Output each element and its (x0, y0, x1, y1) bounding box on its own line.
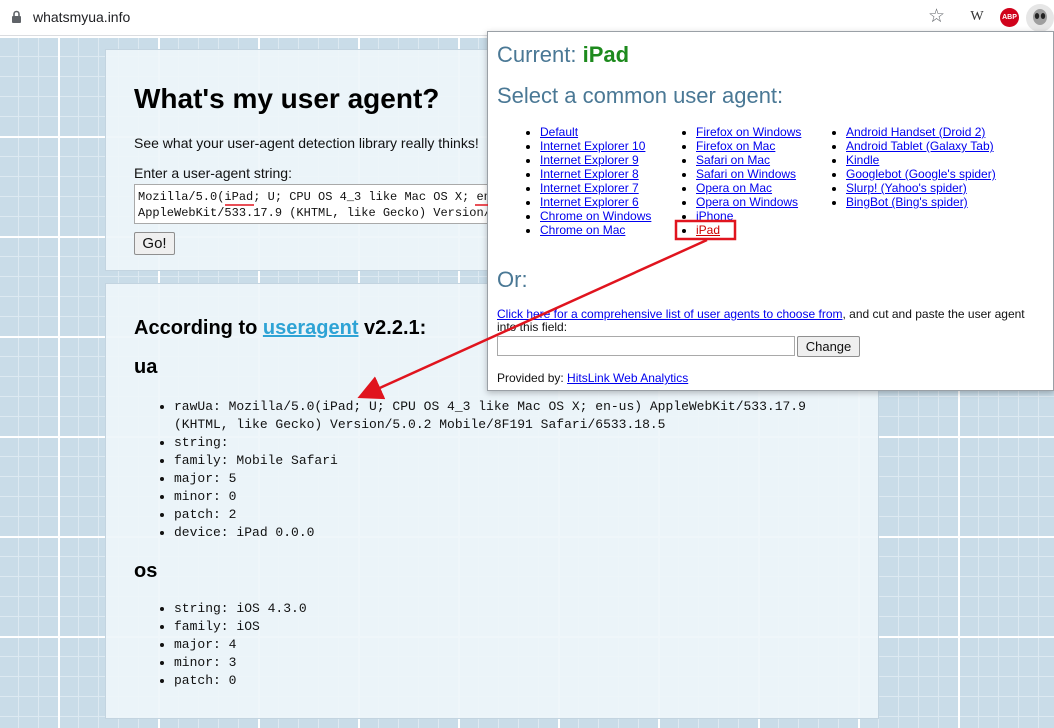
custom-ua-instruction: Click here for a comprehensive list of u… (497, 308, 1042, 334)
ua-option-iphone[interactable]: iPhone (696, 209, 733, 223)
lock-icon[interactable] (11, 10, 22, 24)
ua-input-panel: What's my user agent? See what your user… (105, 49, 526, 271)
page-title: What's my user agent? (134, 83, 440, 114)
ua-option-ie7[interactable]: Internet Explorer 7 (540, 181, 639, 195)
list-item: Chrome on Windows (540, 209, 651, 223)
ua-option-chrome-windows[interactable]: Chrome on Windows (540, 209, 651, 223)
results-heading-version: v2.2.1: (358, 317, 427, 339)
list-item: Safari on Mac (696, 153, 801, 167)
list-item: rawUa: Mozilla/5.0(iPad; U; CPU OS 4_3 l… (174, 398, 836, 434)
list-item: device: iPad 0.0.0 (174, 524, 836, 542)
list-item: Firefox on Mac (696, 139, 801, 153)
ua-option-slurp[interactable]: Slurp! (Yahoo's spider) (846, 181, 967, 195)
list-item: Internet Explorer 10 (540, 139, 651, 153)
ua-column-1: Default Internet Explorer 10 Internet Ex… (540, 125, 651, 237)
ua-option-android-tablet[interactable]: Android Tablet (Galaxy Tab) (846, 139, 994, 153)
ua-list-link[interactable]: Click here for a comprehensive list of u… (497, 307, 843, 321)
hitslink-link[interactable]: HitsLink Web Analytics (567, 371, 688, 385)
ua-option-ipad[interactable]: iPad (696, 223, 720, 237)
list-item: Android Handset (Droid 2) (846, 125, 996, 139)
list-item: Chrome on Mac (540, 223, 651, 237)
list-item: family: iOS (174, 618, 836, 636)
ua-option-opera-windows[interactable]: Opera on Windows (696, 195, 798, 209)
list-item: Kindle (846, 153, 996, 167)
bookmark-star-icon[interactable]: ☆ (928, 6, 945, 28)
ua-option-default[interactable]: Default (540, 125, 578, 139)
ua-option-firefox-windows[interactable]: Firefox on Windows (696, 125, 801, 139)
list-item: family: Mobile Safari (174, 452, 836, 470)
list-item: iPhone (696, 209, 801, 223)
ua-option-chrome-mac[interactable]: Chrome on Mac (540, 223, 625, 237)
ua-option-bingbot[interactable]: BingBot (Bing's spider) (846, 195, 968, 209)
change-button[interactable]: Change (797, 336, 860, 357)
results-heading: According to useragent v2.2.1: (134, 317, 426, 340)
list-item: minor: 3 (174, 654, 836, 672)
go-button[interactable]: Go! (134, 232, 175, 255)
ua-textarea[interactable]: Mozilla/5.0(iPad; U; CPU OS 4_3 like Mac… (134, 184, 526, 224)
alien-extension-icon[interactable] (1026, 4, 1054, 32)
ua-input-label: Enter a user-agent string: (134, 165, 292, 181)
ua-heading: ua (134, 356, 158, 378)
list-item: Firefox on Windows (696, 125, 801, 139)
list-item: Safari on Windows (696, 167, 801, 181)
custom-ua-input[interactable] (497, 336, 795, 356)
ua-column-3: Android Handset (Droid 2) Android Tablet… (846, 125, 996, 209)
current-ua-value: iPad (582, 42, 630, 67)
or-heading: Or: (497, 267, 528, 292)
list-item: Android Tablet (Galaxy Tab) (846, 139, 996, 153)
ua-option-ie9[interactable]: Internet Explorer 9 (540, 153, 639, 167)
list-item: iPad (696, 223, 801, 237)
select-ua-title: Select a common user agent: (497, 83, 784, 108)
list-item: major: 5 (174, 470, 836, 488)
list-item: Googlebot (Google's spider) (846, 167, 996, 181)
list-item: Internet Explorer 8 (540, 167, 651, 181)
os-heading: os (134, 560, 158, 582)
list-item: major: 4 (174, 636, 836, 654)
list-item: minor: 0 (174, 488, 836, 506)
ua-option-android-handset[interactable]: Android Handset (Droid 2) (846, 125, 985, 139)
adblock-extension-icon[interactable]: ABP (1000, 8, 1019, 27)
current-ua-label: Current: (497, 42, 583, 67)
ua-option-ie10[interactable]: Internet Explorer 10 (540, 139, 645, 153)
intro-text: See what your user-agent detection libra… (134, 135, 479, 151)
list-item: string: (174, 434, 836, 452)
list-item: Slurp! (Yahoo's spider) (846, 181, 996, 195)
ua-option-ie8[interactable]: Internet Explorer 8 (540, 167, 639, 181)
list-item: Opera on Windows (696, 195, 801, 209)
results-heading-prefix: According to (134, 317, 263, 339)
provided-by: Provided by: HitsLink Web Analytics (497, 371, 688, 385)
list-item: Opera on Mac (696, 181, 801, 195)
wikipedia-extension-icon[interactable]: W (967, 9, 987, 27)
list-item: Internet Explorer 7 (540, 181, 651, 195)
ua-option-safari-windows[interactable]: Safari on Windows (696, 167, 796, 181)
list-item: BingBot (Bing's spider) (846, 195, 996, 209)
ua-option-firefox-mac[interactable]: Firefox on Mac (696, 139, 775, 153)
ua-option-opera-mac[interactable]: Opera on Mac (696, 181, 772, 195)
list-item: Internet Explorer 6 (540, 195, 651, 209)
ua-option-googlebot[interactable]: Googlebot (Google's spider) (846, 167, 996, 181)
list-item: Internet Explorer 9 (540, 153, 651, 167)
os-list: string: iOS 4.3.0 family: iOS major: 4 m… (156, 600, 836, 690)
list-item: patch: 0 (174, 672, 836, 690)
ua-column-2: Firefox on Windows Firefox on Mac Safari… (696, 125, 801, 237)
user-agent-switcher-popup: Current: iPad Select a common user agent… (487, 31, 1054, 391)
list-item: patch: 2 (174, 506, 836, 524)
list-item: Default (540, 125, 651, 139)
ua-option-ie6[interactable]: Internet Explorer 6 (540, 195, 639, 209)
provided-by-label: Provided by: (497, 371, 568, 385)
ua-option-safari-mac[interactable]: Safari on Mac (696, 153, 770, 167)
ua-textarea-value: Mozilla/5.0(iPad; U; CPU OS 4_3 like Mac… (138, 190, 520, 223)
url-text[interactable]: whatsmyua.info (33, 9, 130, 25)
useragent-link[interactable]: useragent (263, 317, 359, 339)
current-ua: Current: iPad (497, 42, 629, 68)
ua-list: rawUa: Mozilla/5.0(iPad; U; CPU OS 4_3 l… (156, 398, 836, 542)
list-item: string: iOS 4.3.0 (174, 600, 836, 618)
ua-option-kindle[interactable]: Kindle (846, 153, 879, 167)
